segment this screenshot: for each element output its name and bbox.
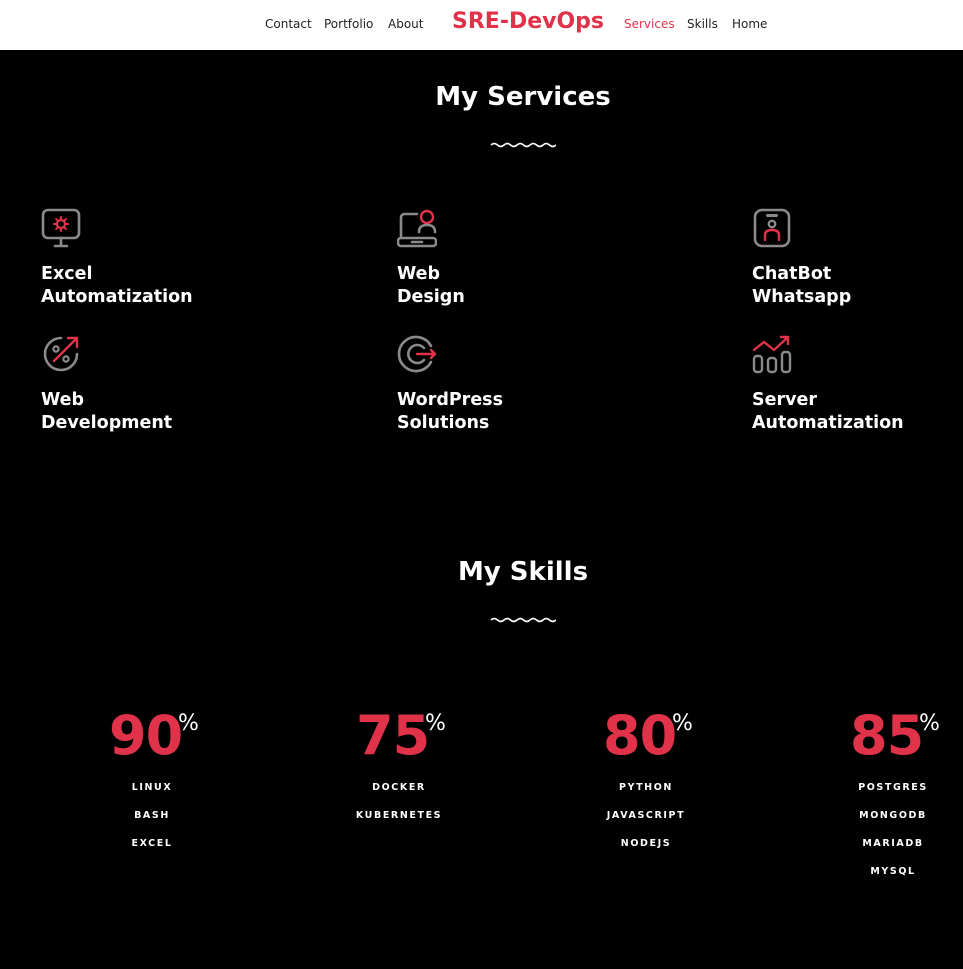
nav-link-skills[interactable]: Skills [687,17,718,31]
skill-item: PYTHON [619,782,673,793]
skill-percent-value: 85 [850,704,924,767]
service-card-excel-automatization: Excel Automatization [41,208,281,309]
skills-title-divider [490,617,556,623]
nav-link-home[interactable]: Home [732,17,767,31]
monitor-gear-icon [41,208,81,248]
brand-logo-text[interactable]: SRE-DevOps [452,9,604,34]
skill-percent-sign: % [672,711,693,736]
top-navbar: Contact Portfolio About SRE-DevOps Servi… [0,0,963,50]
skill-item: MARIADB [862,838,924,849]
skill-item: LINUX [131,782,173,793]
laptop-user-icon [397,209,437,248]
service-title: ChatBot Whatsapp [752,264,852,307]
skill-list: PYTHON JAVASCRIPT NODEJS [566,774,726,858]
skill-group-linux: 90 % LINUX BASH EXCEL [72,706,232,858]
skill-percent-sign: % [919,711,940,736]
service-card-web-design: Web Design [397,208,637,309]
skill-item: NODEJS [620,838,672,849]
skill-group-docker: 75 % DOCKER KUBERNETES [319,706,479,830]
skill-item: EXCEL [131,838,173,849]
skill-group-python: 80 % PYTHON JAVASCRIPT NODEJS [566,706,726,858]
skill-percent-value: 80 [603,704,677,767]
skill-item: KUBERNETES [355,810,443,821]
skill-item: BASH [134,810,170,821]
service-card-chatbot-whatsapp: ChatBot Whatsapp [752,208,963,309]
services-title-divider [490,142,556,148]
skill-percent-sign: % [178,711,199,736]
service-title: Excel Automatization [41,264,193,307]
service-card-server-automatization: Server Automatization [752,334,963,435]
skill-item: DOCKER [372,782,426,793]
skill-percent-sign: % [425,711,446,736]
skills-section-title: My Skills [457,557,589,587]
nav-link-contact[interactable]: Contact [265,17,312,31]
service-title: WordPress Solutions [397,390,504,433]
skill-item: MYSQL [870,866,916,877]
skill-item: JAVASCRIPT [606,810,686,821]
skill-item: MONGODB [859,810,927,821]
nav-link-services[interactable]: Services [624,17,675,31]
wordpress-target-icon [397,335,437,373]
service-title: Web Development [41,390,173,433]
service-title: Server Automatization [752,390,904,433]
service-card-wordpress-solutions: WordPress Solutions [397,334,637,435]
bar-chart-trend-icon [752,335,792,374]
skill-list: LINUX BASH EXCEL [72,774,232,858]
service-title: Web Design [397,264,465,307]
phone-user-icon [753,208,791,248]
skill-percent-value: 75 [356,704,430,767]
skill-group-postgres: 85 % POSTGRES MONGODB MARIADB MYSQL [803,706,963,886]
skill-item: POSTGRES [858,782,928,793]
skill-list: DOCKER KUBERNETES [319,774,479,830]
skill-list: POSTGRES MONGODB MARIADB MYSQL [803,774,963,886]
nav-link-portfolio[interactable]: Portfolio [324,17,373,31]
service-card-web-development: Web Development [41,334,281,435]
skill-percent-value: 90 [109,704,183,767]
discount-tag-icon [43,336,79,372]
services-section-title: My Services [435,82,611,112]
nav-link-about[interactable]: About [388,17,423,31]
